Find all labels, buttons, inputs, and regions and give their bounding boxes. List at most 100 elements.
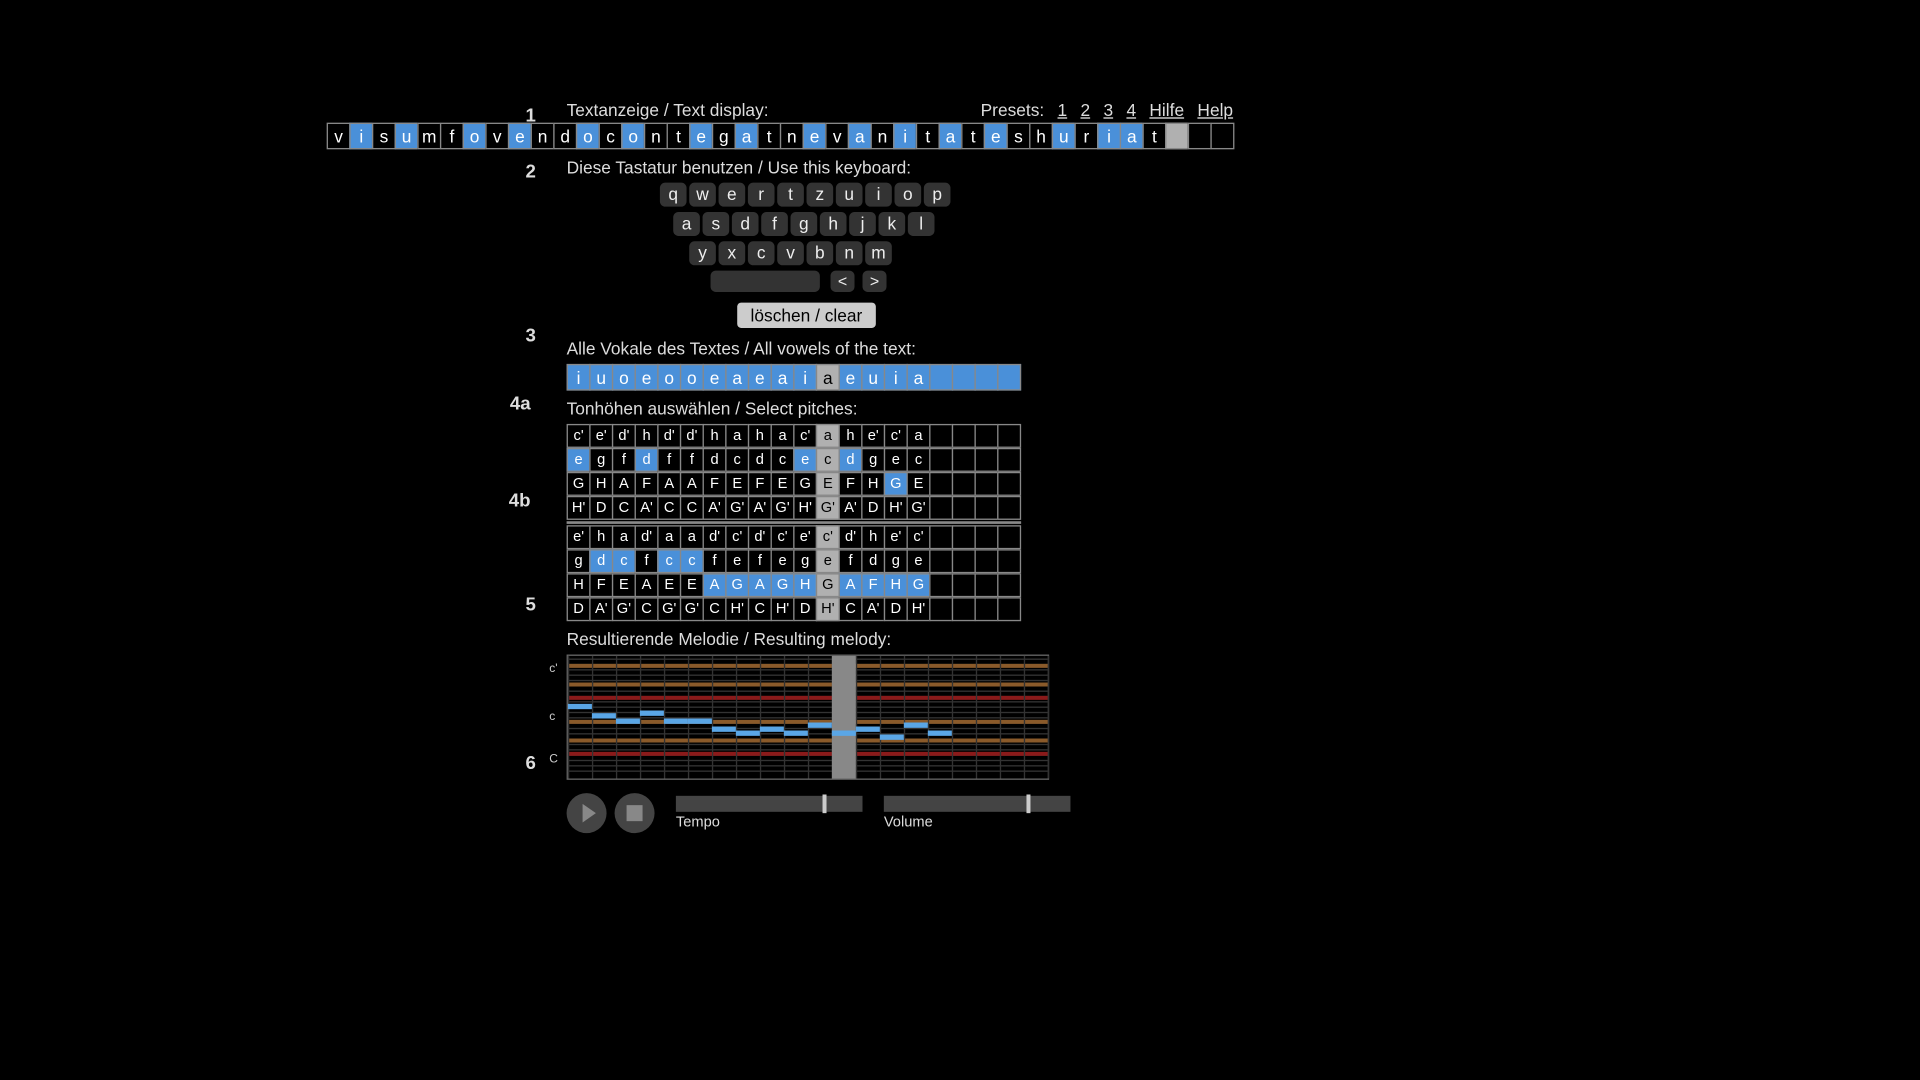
pitch-cell[interactable]: h [839,424,863,448]
text-cell[interactable]: r [1074,123,1098,150]
vowel-cell[interactable]: e [748,364,772,391]
key-h[interactable]: h [820,212,847,236]
pitch-cell[interactable] [974,448,998,472]
pitch-cell[interactable]: G' [771,496,795,520]
play-button[interactable] [567,793,607,833]
key-t[interactable]: t [777,183,804,207]
pitch-cell[interactable]: H' [725,597,749,621]
hilfe-link[interactable]: Hilfe [1149,100,1184,120]
text-cell[interactable]: i [893,123,917,150]
text-cell[interactable] [1210,123,1234,150]
pitch-cell[interactable]: H [793,573,817,597]
vowel-cell[interactable]: o [680,364,704,391]
text-cell[interactable]: t [667,123,691,150]
vowel-cell[interactable]: u [589,364,613,391]
text-cell[interactable]: a [735,123,759,150]
pitch-cell[interactable]: a [907,424,931,448]
pitch-cell[interactable]: c [771,448,795,472]
pitch-cell[interactable]: G [816,573,840,597]
key-m[interactable]: m [865,241,892,265]
vowel-cell[interactable] [997,364,1021,391]
text-cell[interactable]: a [938,123,962,150]
pitch-cell[interactable]: A [839,573,863,597]
key-a[interactable]: a [673,212,700,236]
pitch-cell[interactable] [952,525,976,549]
clear-button[interactable]: löschen / clear [737,303,875,328]
pitch-cell[interactable]: G [567,472,591,496]
pitch-cell[interactable]: c' [771,525,795,549]
text-cell[interactable]: c [599,123,623,150]
text-cell[interactable]: o [463,123,487,150]
text-cell[interactable]: n [644,123,668,150]
pitch-cell[interactable] [997,549,1021,573]
key-g[interactable]: g [791,212,818,236]
pitch-cell[interactable]: H' [907,597,931,621]
pitch-cell[interactable]: G [907,573,931,597]
pitch-cell[interactable]: e [884,448,908,472]
key-p[interactable]: p [924,183,951,207]
cursor-left-key[interactable]: < [831,271,855,292]
key-s[interactable]: s [703,212,730,236]
key-d[interactable]: d [732,212,759,236]
preset-link-3[interactable]: 3 [1103,100,1113,120]
pitch-cell[interactable]: h [635,424,659,448]
pitch-cell[interactable] [929,573,953,597]
text-cell[interactable]: a [848,123,872,150]
key-k[interactable]: k [879,212,906,236]
text-cell[interactable]: e [803,123,827,150]
pitch-cell[interactable] [952,549,976,573]
pitch-cell[interactable]: c' [884,424,908,448]
text-cell[interactable]: o [576,123,600,150]
key-x[interactable]: x [719,241,746,265]
pitch-cell[interactable]: C [635,597,659,621]
pitch-cell[interactable]: H' [567,496,591,520]
pitch-cell[interactable]: H [567,573,591,597]
pitch-cell[interactable]: G [771,573,795,597]
vowel-cell[interactable]: o [612,364,636,391]
pitch-cell[interactable]: D [793,597,817,621]
spacebar-key[interactable] [711,271,820,292]
text-cell[interactable] [1165,123,1189,150]
pitch-cell[interactable] [929,448,953,472]
key-n[interactable]: n [836,241,863,265]
text-cell[interactable]: f [440,123,464,150]
pitch-cell[interactable] [997,573,1021,597]
pitch-cell[interactable] [952,472,976,496]
pitch-cell[interactable]: G' [816,496,840,520]
pitch-cell[interactable]: c' [816,525,840,549]
pitch-cell[interactable] [952,424,976,448]
pitch-cell[interactable]: e [771,549,795,573]
pitch-cell[interactable]: D [589,496,613,520]
pitch-cell[interactable]: E [612,573,636,597]
pitch-cell[interactable]: C [612,496,636,520]
pitch-cell[interactable]: c' [567,424,591,448]
pitch-cell[interactable]: e' [589,424,613,448]
pitch-cell[interactable]: g [589,448,613,472]
pitch-cell[interactable]: H [884,573,908,597]
pitch-cell[interactable] [929,549,953,573]
stop-button[interactable] [615,793,655,833]
pitch-cell[interactable]: C [748,597,772,621]
pitch-cell[interactable]: a [612,525,636,549]
text-cell[interactable]: t [916,123,940,150]
cursor-right-key[interactable]: > [863,271,887,292]
pitch-cell[interactable]: d' [703,525,727,549]
pitch-cell[interactable]: A' [861,597,885,621]
volume-handle[interactable] [1027,794,1031,813]
text-cell[interactable]: n [871,123,895,150]
pitch-cell[interactable]: F [589,573,613,597]
pitch-cell[interactable]: A' [839,496,863,520]
text-cell[interactable]: t [1142,123,1166,150]
pitch-cell[interactable]: e [567,448,591,472]
text-cell[interactable]: e [984,123,1008,150]
pitch-cell[interactable]: a [680,525,704,549]
vowel-cell[interactable] [974,364,998,391]
pitch-cell[interactable]: e' [793,525,817,549]
pitch-cell[interactable]: a [725,424,749,448]
pitch-cell[interactable]: f [680,448,704,472]
pitch-cell[interactable]: A [635,573,659,597]
key-q[interactable]: q [660,183,687,207]
pitch-cell[interactable]: H' [771,597,795,621]
pitch-cell[interactable] [929,472,953,496]
pitch-cell[interactable]: f [657,448,681,472]
